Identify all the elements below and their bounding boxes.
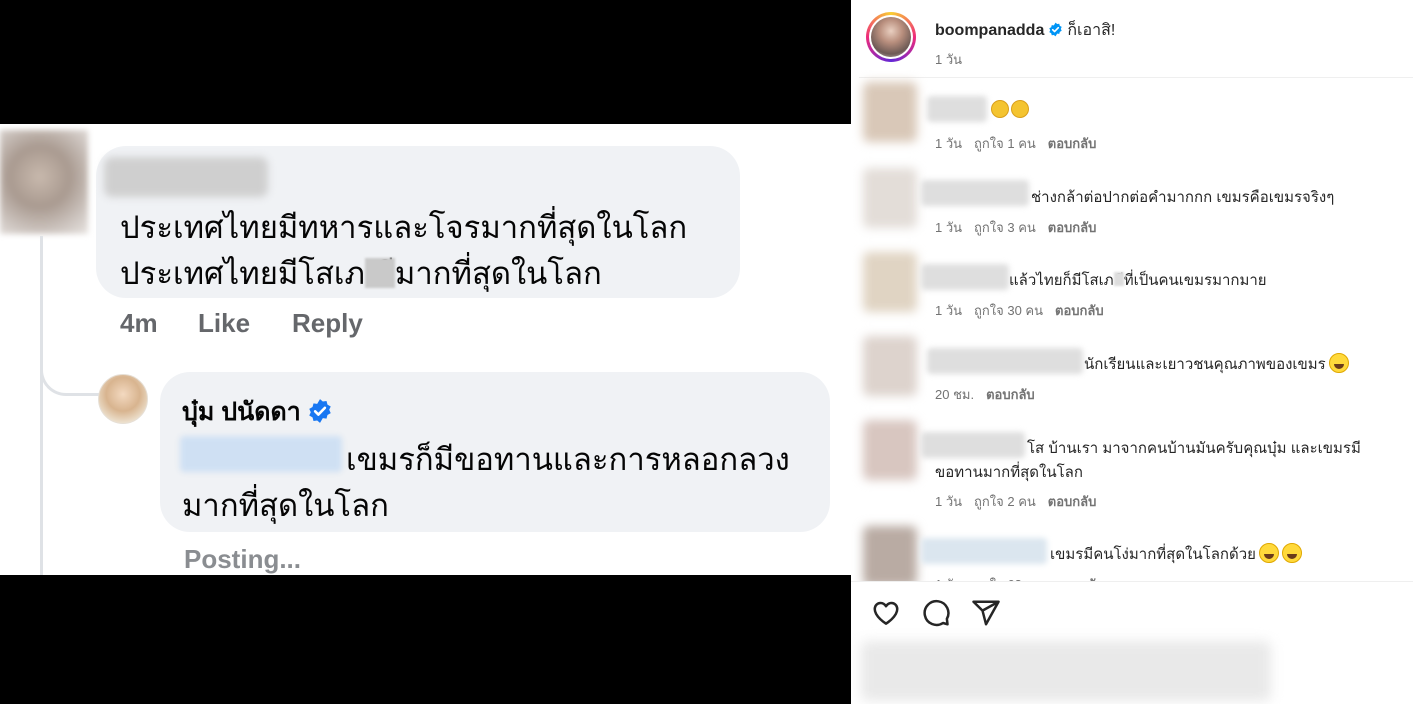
- clapping-hands-icon: [1011, 100, 1029, 118]
- comment-icon[interactable]: [921, 598, 951, 628]
- censor-block: [364, 258, 395, 288]
- reply-button[interactable]: ตอบกลับ: [1055, 303, 1104, 318]
- post-time: 1 วัน: [935, 52, 963, 67]
- comment-text: นักเรียนและเยาวชนคุณภาพของเขมร: [1084, 352, 1349, 376]
- post-header: boompanadda ก็เอาสิ!: [935, 18, 1115, 43]
- author-name-text: บุ๋ม ปนัดดา: [182, 398, 301, 426]
- thread-connector: [40, 344, 100, 396]
- comment-time: 1 วัน: [935, 220, 963, 235]
- comment-likes[interactable]: ถูกใจ 30 คน: [974, 303, 1043, 318]
- comment-likes[interactable]: ถูกใจ 3 คน: [974, 220, 1036, 235]
- posting-status: Posting...: [184, 544, 301, 574]
- comment-time: 1 วัน: [935, 303, 963, 318]
- post-caption: ก็เอาสิ!: [1067, 22, 1116, 39]
- blurred-username: [921, 264, 1009, 290]
- verified-badge-icon: [309, 399, 331, 423]
- comment-text: เขมรมีคนโง่มากที่สุดในโลกด้วย: [1050, 542, 1302, 566]
- verified-badge-icon: [1049, 22, 1063, 37]
- like-link[interactable]: Like: [198, 308, 250, 339]
- avatar[interactable]: [98, 374, 148, 424]
- thread-line: [40, 236, 43, 575]
- comment-text: ช่างกล้าต่อปากต่อคำมากกก เขมรคือเขมรจริง…: [1031, 189, 1335, 206]
- post-action-bar: [851, 581, 1413, 641]
- comment-text-part: ีมากที่สุดในโลก: [394, 256, 602, 291]
- comment-time: 20 ชม.: [935, 387, 975, 402]
- clapping-hands-icon: [991, 100, 1009, 118]
- reply-text-line: มากที่สุดในโลก: [182, 488, 389, 523]
- comment-likes[interactable]: ถูกใจ 2 คน: [974, 494, 1036, 509]
- laughing-face-icon: [1281, 543, 1302, 563]
- reply-button[interactable]: ตอบกลับ: [1048, 136, 1097, 151]
- comment-text-line: ขอทานมากที่สุดในโลก: [935, 464, 1083, 481]
- blurred-avatar: [863, 420, 917, 480]
- blurred-avatar: [863, 336, 917, 396]
- blurred-commenter-name: [104, 157, 268, 197]
- comment-text-line: ประเทศไทยมีโสเภีมากที่สุดในโลก: [120, 248, 602, 298]
- censor-block: [1113, 272, 1124, 286]
- comment-text-part: ประเทศไทยมีโสเภ: [120, 256, 365, 291]
- reply-text-line: เขมรก็มีขอทานและการหลอกลวง: [346, 442, 790, 477]
- divider: [859, 77, 1413, 78]
- blurred-mention: [180, 436, 342, 472]
- comment-meta: 1 วัน ถูกใจ 30 คน ตอบกลับ: [935, 300, 1116, 321]
- comment-meta: 1 วัน ถูกใจ 2 คน ตอบกลับ: [935, 491, 1108, 512]
- blurred-username: [921, 538, 1047, 564]
- comment-meta: 1 วัน ถูกใจ 3 คน ตอบกลับ: [935, 217, 1108, 238]
- username-link[interactable]: boompanadda: [935, 22, 1044, 39]
- blurred-likes-summary: [861, 641, 1271, 701]
- comment-text-line: ประเทศไทยมีทหารและโจรมากที่สุดในโลก: [120, 210, 688, 245]
- comment-text: [989, 100, 1029, 119]
- reply-author-name[interactable]: บุ๋ม ปนัดดา: [182, 392, 333, 432]
- comment-time: 1 วัน: [935, 494, 963, 509]
- comment-meta: 1 วัน ถูกใจ 1 คน ตอบกลับ: [935, 133, 1108, 154]
- blurred-avatar: [863, 82, 917, 142]
- blurred-username: [927, 348, 1083, 374]
- laughing-face-icon: [1258, 543, 1279, 563]
- comment-likes[interactable]: ถูกใจ 1 คน: [974, 136, 1036, 151]
- comment-meta: 20 ชม. ตอบกลับ: [935, 384, 1047, 405]
- blurred-avatar: [0, 130, 88, 234]
- facebook-comment-thread: ประเทศไทยมีทหารและโจรมากที่สุดในโลก ประเ…: [0, 124, 851, 575]
- blurred-username: [921, 180, 1029, 206]
- comment-text-part: แล้วไทยก็มีโสเภ: [1009, 272, 1114, 289]
- blurred-avatar: [863, 252, 917, 312]
- blurred-username: [927, 96, 987, 122]
- comment-text-line: โส บ้านเรา มาจากคนบ้านมันครับคุณบุ๋ม และ…: [1027, 440, 1361, 457]
- blurred-avatar: [863, 526, 917, 586]
- comment-text-part: เขมรมีคนโง่มากที่สุดในโลกด้วย: [1050, 546, 1256, 563]
- reply-link[interactable]: Reply: [292, 308, 363, 339]
- embedded-screenshot: ประเทศไทยมีทหารและโจรมากที่สุดในโลก ประเ…: [0, 0, 851, 704]
- comment-time: 4m: [120, 308, 158, 338]
- comment-text-part: นักเรียนและเยาวชนคุณภาพของเขมร: [1084, 356, 1326, 373]
- share-icon[interactable]: [971, 598, 1001, 628]
- heart-icon[interactable]: [871, 598, 901, 628]
- profile-avatar[interactable]: [866, 12, 916, 62]
- reply-button[interactable]: ตอบกลับ: [986, 387, 1035, 402]
- comment-text: แล้วไทยก็มีโสเภีที่เป็นคนเขมรมากมาย: [1009, 268, 1267, 292]
- instagram-post-panel: boompanadda ก็เอาสิ! 1 วัน 1 วัน ถูกใจ 1 ค…: [851, 0, 1413, 704]
- reply-button[interactable]: ตอบกลับ: [1048, 220, 1097, 235]
- reply-button[interactable]: ตอบกลับ: [1048, 494, 1097, 509]
- laughing-face-icon: [1328, 353, 1349, 373]
- comment-text-part: ีที่เป็นคนเขมรมากมาย: [1123, 272, 1267, 289]
- comment-time: 1 วัน: [935, 136, 963, 151]
- blurred-avatar: [863, 168, 917, 228]
- blurred-username: [921, 432, 1025, 458]
